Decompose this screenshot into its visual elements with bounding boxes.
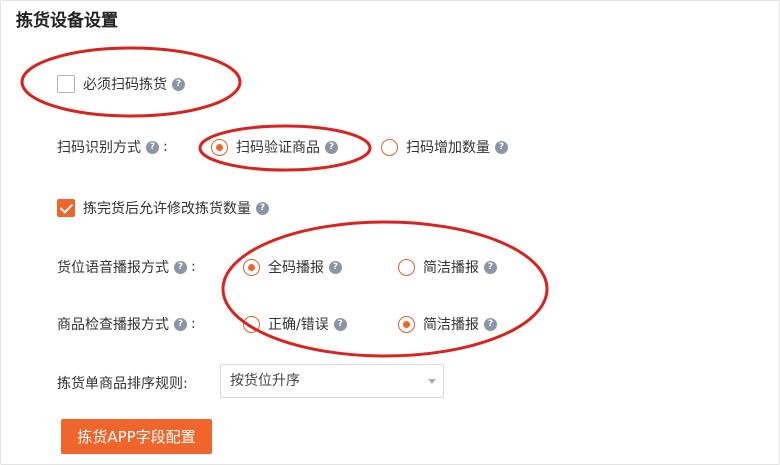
help-icon[interactable]: ? [484,260,497,274]
colon: : [191,316,196,332]
radio-button[interactable] [398,258,415,276]
help-icon[interactable]: ? [325,140,338,154]
scan-mode-option-increase[interactable]: 扫码增加数量 ? [381,137,508,157]
radio-button[interactable] [243,258,260,276]
product-check-label: 商品检查播报方式 [57,317,169,333]
chevron-down-icon [428,379,436,384]
radio-button[interactable] [243,315,260,333]
option-label: 全码播报 [268,260,324,276]
location-voice-label-row: 货位语音播报方式 ? : [57,257,196,277]
sort-rule-label: 拣货单商品排序规则: [57,376,188,392]
option-label: 正确/错误 [268,317,329,333]
scan-mode-option-verify[interactable]: 扫码验证商品 ? [211,137,338,157]
allow-modify-label: 拣完货后允许修改拣货数量 [83,201,251,217]
sort-rule-select[interactable]: 按货位升序 [220,364,444,398]
help-icon[interactable]: ? [174,317,187,331]
must-scan-row[interactable]: 必须扫码拣货 ? [57,74,185,94]
help-icon[interactable]: ? [495,140,508,154]
option-label: 扫码验证商品 [236,140,320,156]
help-icon[interactable]: ? [172,77,185,91]
help-icon[interactable]: ? [333,317,347,331]
option-label: 简洁播报 [423,317,479,333]
help-icon[interactable]: ? [174,260,187,274]
location-voice-option-full[interactable]: 全码播报 ? [243,257,342,277]
colon: : [191,259,196,275]
help-icon[interactable]: ? [329,260,342,274]
must-scan-label: 必须扫码拣货 [83,77,167,93]
app-field-config-button[interactable]: 拣货APP字段配置 [61,419,212,454]
must-scan-checkbox[interactable] [57,75,75,93]
option-label: 扫码增加数量 [406,140,490,156]
product-check-option-brief[interactable]: 简洁播报 ? [398,314,497,334]
location-voice-label: 货位语音播报方式 [57,260,169,276]
product-check-option-correct[interactable]: 正确/错误 ? [243,314,347,334]
radio-button[interactable] [398,315,415,333]
scan-mode-label: 扫码识别方式 [57,140,141,156]
sort-rule-label-row: 拣货单商品排序规则: [57,373,188,393]
allow-modify-checkbox[interactable] [57,199,75,217]
help-icon[interactable]: ? [256,201,269,215]
panel-title: 拣货设备设置 [16,11,118,31]
product-check-label-row: 商品检查播报方式 ? : [57,314,196,334]
option-label: 简洁播报 [423,260,479,276]
scan-mode-label-row: 扫码识别方式 ? : [57,137,168,157]
sort-rule-value: 按货位升序 [230,373,300,389]
help-icon[interactable]: ? [484,317,497,331]
colon: : [163,139,168,155]
radio-button[interactable] [381,138,398,156]
location-voice-option-brief[interactable]: 简洁播报 ? [398,257,497,277]
radio-button[interactable] [211,138,228,156]
allow-modify-row[interactable]: 拣完货后允许修改拣货数量 ? [57,198,269,218]
help-icon[interactable]: ? [146,140,159,154]
